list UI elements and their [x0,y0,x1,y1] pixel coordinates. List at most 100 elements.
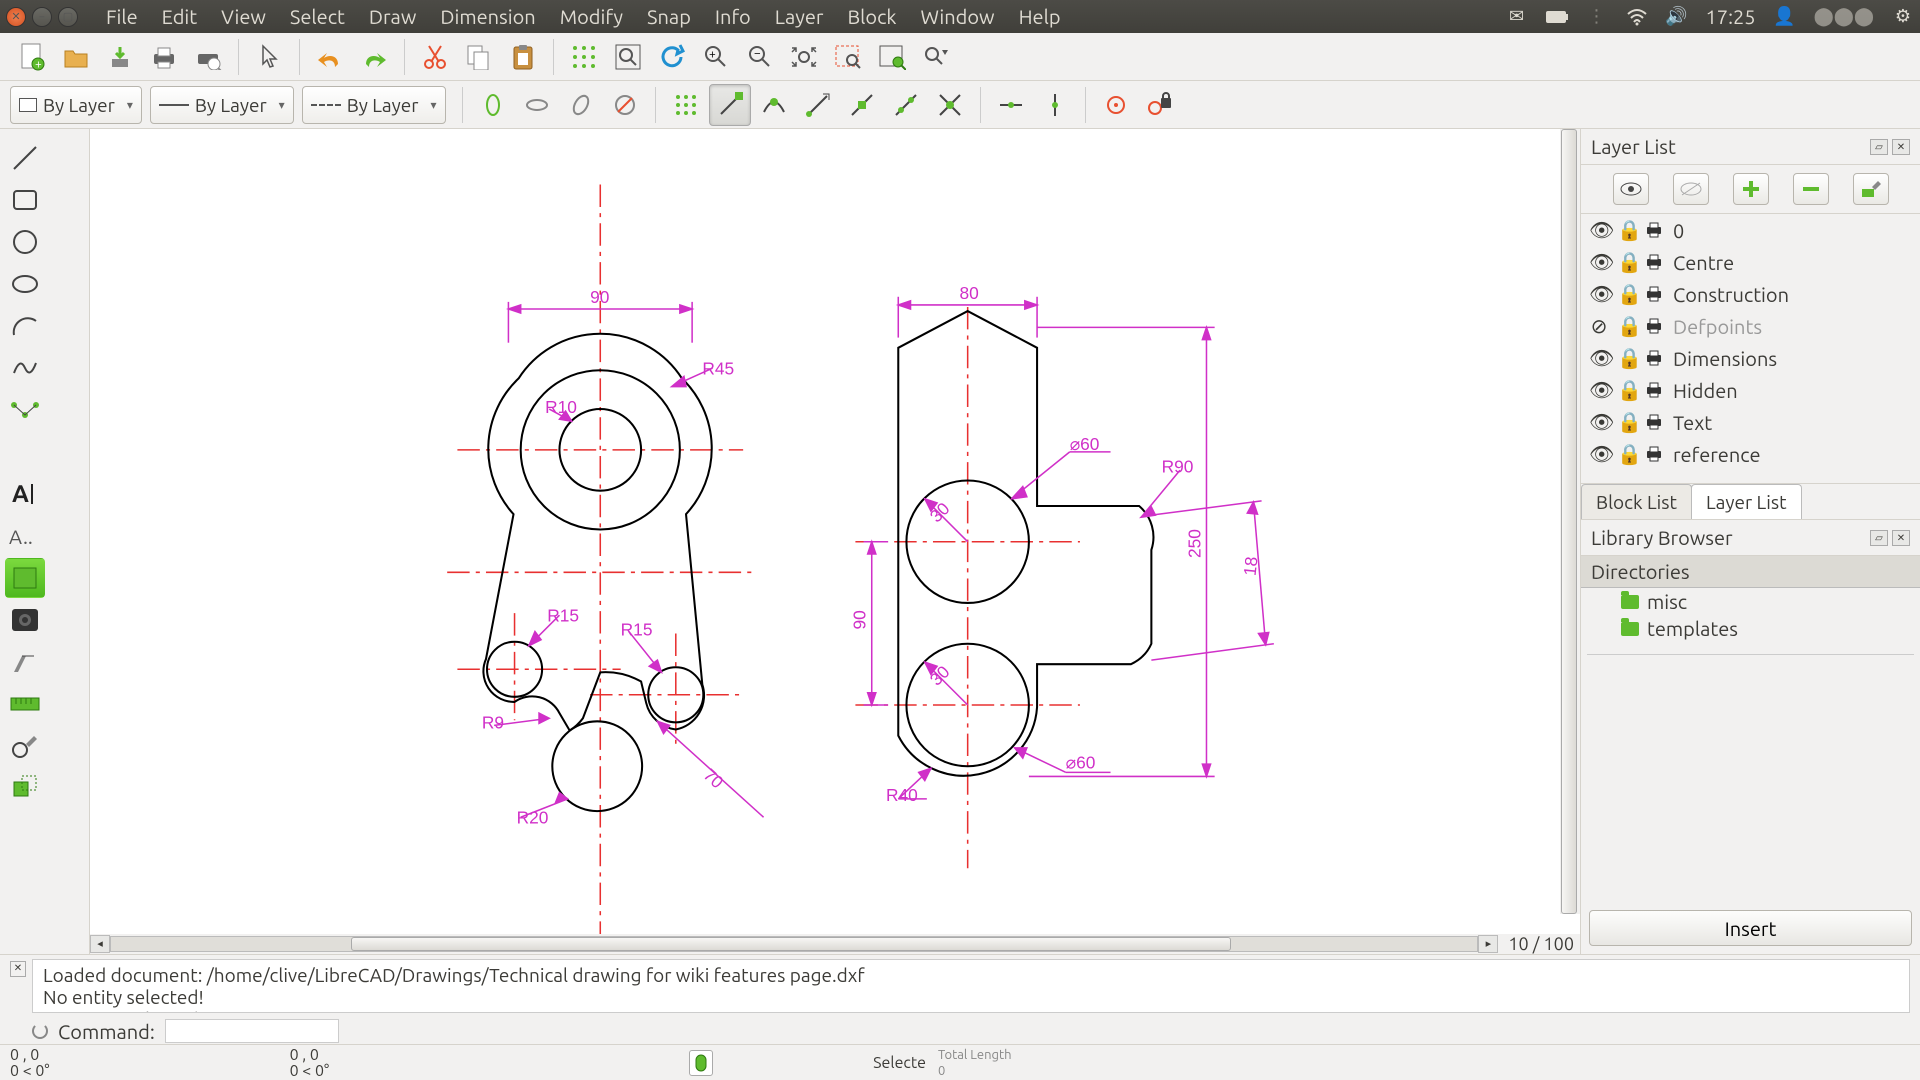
restrict-horizontal-button[interactable] [990,84,1032,126]
snap-grid-button[interactable] [665,84,707,126]
pointer-button[interactable] [248,36,290,78]
menu-dimension[interactable]: Dimension [428,1,547,32]
menu-window[interactable]: Window [909,1,1007,32]
window-minimize-button[interactable]: − [32,7,52,27]
menu-edit[interactable]: Edit [150,1,209,32]
zoom-previous-button[interactable] [915,36,957,78]
arc-tool[interactable] [5,306,45,346]
layer-print-icon[interactable] [1645,350,1665,366]
isoproj-right-button[interactable] [560,84,602,126]
tab-block-list[interactable]: Block List [1581,484,1692,519]
layer-print-icon[interactable] [1645,446,1665,462]
layer-showall-button[interactable] [1613,173,1649,205]
menu-view[interactable]: View [209,1,278,32]
layer-add-button[interactable] [1733,173,1769,205]
snap-center-button[interactable] [797,84,839,126]
mtext-tool[interactable]: A.. [5,516,45,556]
linewidth-combo[interactable]: By Layer▾ [150,86,294,124]
vertical-scrollbar[interactable] [1560,129,1580,914]
print-button[interactable] [143,36,185,78]
layer-print-icon[interactable] [1645,286,1665,302]
circle-tool[interactable] [5,222,45,262]
layer-hideall-button[interactable] [1673,173,1709,205]
sound-icon[interactable]: 🔊 [1666,6,1688,28]
menu-block[interactable]: Block [835,1,908,32]
measure-tool[interactable] [5,684,45,724]
layer-visibility-icon[interactable]: 👁 [1589,442,1609,466]
layer-lock-icon[interactable]: 🔒 [1617,378,1637,402]
layer-visibility-icon[interactable]: 👁 [1589,410,1609,434]
redo-button[interactable] [353,36,395,78]
layer-visibility-icon[interactable]: 👁 [1589,282,1609,306]
zoom-window-button[interactable] [827,36,869,78]
zoom-out-button[interactable]: − [739,36,781,78]
layer-edit-button[interactable] [1853,173,1889,205]
linetype-combo[interactable]: By Layer▾ [302,86,446,124]
layer-print-icon[interactable] [1645,222,1665,238]
layer-visibility-icon[interactable]: ⊘ [1589,314,1609,338]
user-name[interactable]: ⬤⬤⬤ [1814,6,1874,27]
layer-visibility-icon[interactable]: 👁 [1589,346,1609,370]
color-combo[interactable]: By Layer▾ [10,86,142,124]
command-input[interactable] [165,1019,339,1043]
line-tool[interactable] [5,138,45,178]
restrict-vertical-button[interactable] [1034,84,1076,126]
menu-select[interactable]: Select [278,1,357,32]
lock-relative-zero-button[interactable] [1139,84,1181,126]
clock[interactable]: 17:25 [1706,5,1756,28]
layer-visibility-icon[interactable]: 👁 [1589,218,1609,242]
user-icon[interactable]: 👤 [1774,6,1796,28]
hatch-tool[interactable] [5,558,45,598]
menu-draw[interactable]: Draw [357,1,428,32]
snap-endpoint-button[interactable] [709,84,751,126]
zoom-extents-button[interactable] [783,36,825,78]
snap-middle-button[interactable] [841,84,883,126]
new-file-button[interactable]: + [11,36,53,78]
battery-icon[interactable] [1546,6,1568,28]
library-dir[interactable]: templates [1581,615,1920,642]
menu-modify[interactable]: Modify [548,1,635,32]
panel-close-button[interactable]: ✕ [1892,139,1910,155]
image-tool[interactable] [5,600,45,640]
snap-intersection-button[interactable] [929,84,971,126]
lib-close-button[interactable]: ✕ [1892,530,1910,546]
layer-row[interactable]: 👁🔒Centre [1581,246,1920,278]
insert-button[interactable]: Insert [1589,910,1912,946]
layer-lock-icon[interactable]: 🔒 [1617,250,1637,274]
snap-on-entity-button[interactable] [753,84,795,126]
isoproj-off-button[interactable] [604,84,646,126]
layer-row[interactable]: 👁🔒Dimensions [1581,342,1920,374]
layer-row[interactable]: 👁🔒reference [1581,438,1920,470]
snap-distance-button[interactable] [885,84,927,126]
horizontal-scrollbar[interactable] [110,936,1478,952]
scroll-right-button[interactable]: ▸ [1478,935,1498,953]
menu-snap[interactable]: Snap [635,1,703,32]
open-file-button[interactable] [55,36,97,78]
panel-float-button[interactable]: ▱ [1870,139,1888,155]
text-tool[interactable]: A [5,474,45,514]
layer-lock-icon[interactable]: 🔒 [1617,282,1637,306]
zoom-fit-button[interactable] [607,36,649,78]
layer-row[interactable]: 👁🔒Hidden [1581,374,1920,406]
layer-lock-icon[interactable]: 🔒 [1617,218,1637,242]
isoproj-left-button[interactable] [472,84,514,126]
layer-print-icon[interactable] [1645,318,1665,334]
scroll-left-button[interactable]: ◂ [90,935,110,953]
mail-icon[interactable]: ✉ [1506,6,1528,28]
layer-row[interactable]: 👁🔒0 [1581,214,1920,246]
layer-lock-icon[interactable]: 🔒 [1617,442,1637,466]
window-close-button[interactable]: ✕ [6,7,26,27]
print-preview-button[interactable] [187,36,229,78]
modify-tool[interactable] [5,726,45,766]
ellipse-tool[interactable] [5,264,45,304]
layer-lock-icon[interactable]: 🔒 [1617,346,1637,370]
layer-row[interactable]: 👁🔒Text [1581,406,1920,438]
zoom-in-button[interactable]: + [695,36,737,78]
grid-toggle-button[interactable] [563,36,605,78]
window-maximize-button[interactable]: ▢ [58,7,78,27]
layer-row[interactable]: 👁🔒Construction [1581,278,1920,310]
layer-print-icon[interactable] [1645,414,1665,430]
bluetooth-icon[interactable]: ⋮ [1586,6,1608,28]
isoproj-top-button[interactable] [516,84,558,126]
log-clear-button[interactable]: ✕ [10,961,26,977]
